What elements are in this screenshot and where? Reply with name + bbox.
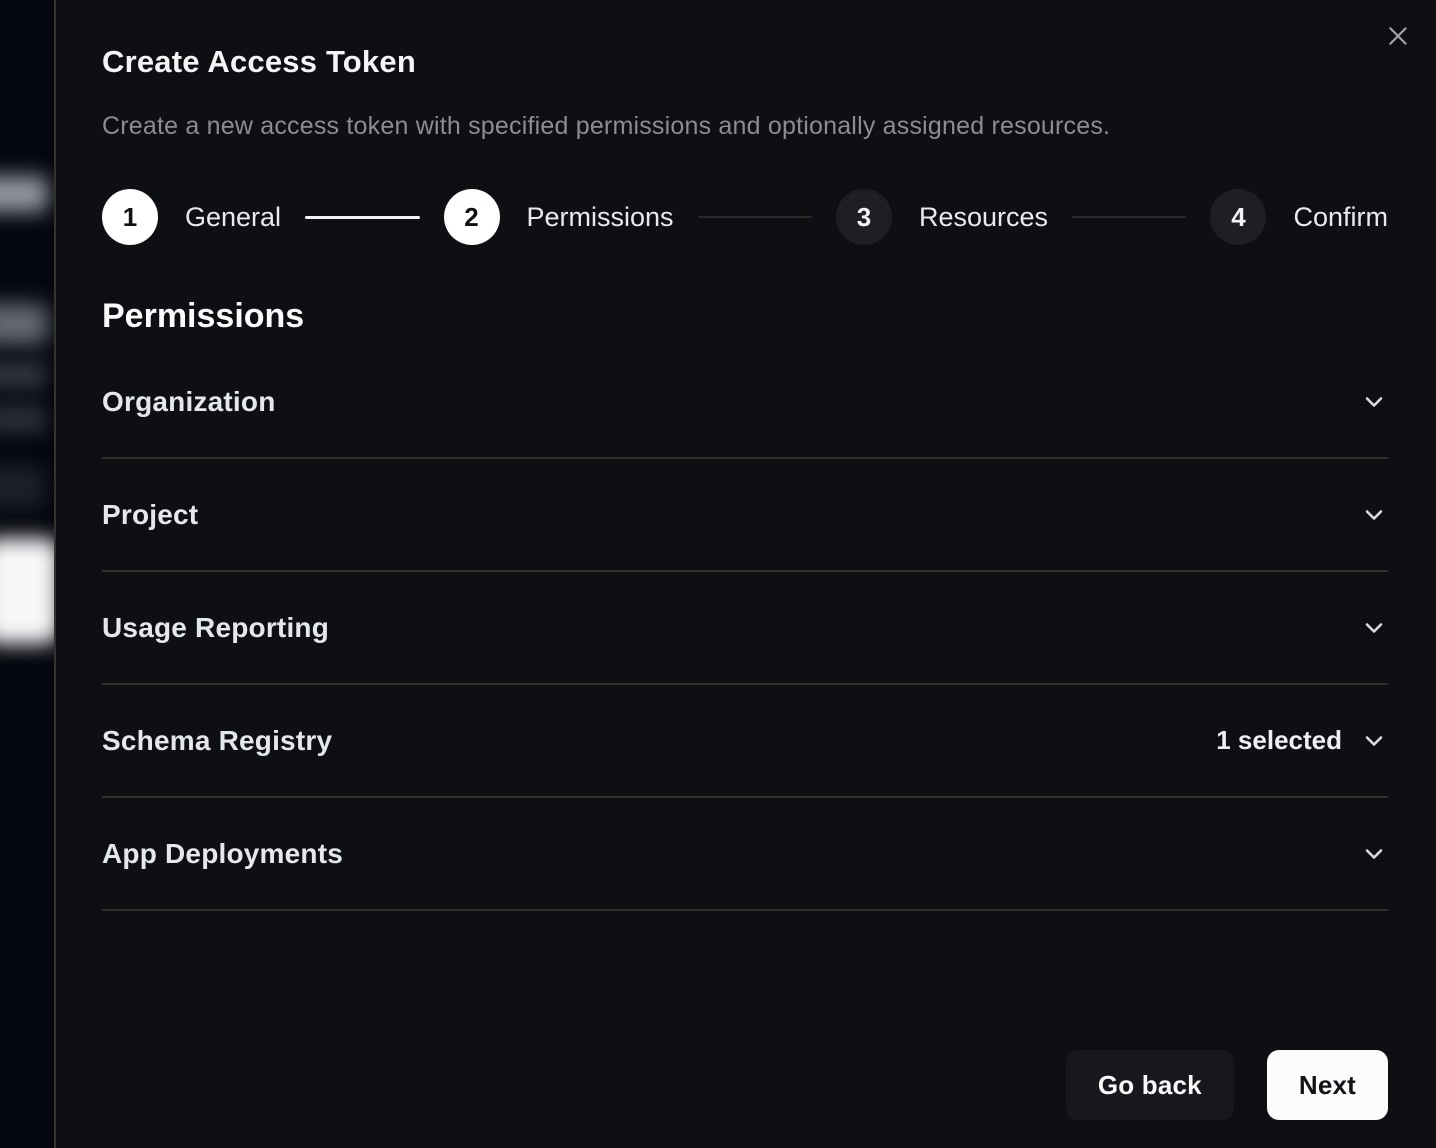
modal-footer: Go back Next xyxy=(102,1050,1388,1120)
modal-title: Create Access Token xyxy=(102,44,1388,80)
create-access-token-modal: Create Access Token Create a new access … xyxy=(54,0,1436,1148)
blurred-backdrop-card xyxy=(0,538,54,644)
chevron-down-icon xyxy=(1360,388,1388,416)
stepper-connector xyxy=(1072,216,1186,218)
stepper-step-confirm[interactable]: 4 Confirm xyxy=(1210,189,1388,245)
stepper: 1 General 2 Permissions 3 Resources 4 Co… xyxy=(102,189,1388,245)
permission-group-label: Usage Reporting xyxy=(102,612,329,644)
step-label: Permissions xyxy=(527,202,674,233)
permission-group-label: Schema Registry xyxy=(102,725,332,757)
stepper-step-resources[interactable]: 3 Resources xyxy=(836,189,1048,245)
chevron-down-icon xyxy=(1360,727,1388,755)
blurred-backdrop-item xyxy=(0,466,44,508)
blurred-backdrop-text xyxy=(0,404,46,434)
flex-spacer xyxy=(102,911,1388,1050)
chevron-down-icon xyxy=(1360,614,1388,642)
chevron-down-icon xyxy=(1360,840,1388,868)
blurred-backdrop-text xyxy=(0,304,48,344)
permission-group-label: Organization xyxy=(102,386,276,418)
step-label: Resources xyxy=(919,202,1048,233)
go-back-button[interactable]: Go back xyxy=(1066,1050,1234,1120)
section-heading: Permissions xyxy=(102,297,1388,336)
chevron-down-icon xyxy=(1360,501,1388,529)
stepper-connector xyxy=(305,216,419,219)
blurred-backdrop-text xyxy=(0,176,48,212)
step-label: Confirm xyxy=(1293,202,1388,233)
permission-group-label: Project xyxy=(102,499,198,531)
permission-group-row-organization[interactable]: Organization xyxy=(102,346,1388,459)
step-label: General xyxy=(185,202,281,233)
permission-group-row-usage-reporting[interactable]: Usage Reporting xyxy=(102,572,1388,685)
permission-group-row-schema-registry[interactable]: Schema Registry 1 selected xyxy=(102,685,1388,798)
step-number-badge: 2 xyxy=(444,189,500,245)
permission-groups-list: Organization Project Usage xyxy=(102,346,1388,911)
permission-group-row-project[interactable]: Project xyxy=(102,459,1388,572)
permission-group-row-app-deployments[interactable]: App Deployments xyxy=(102,798,1388,911)
next-button[interactable]: Next xyxy=(1267,1050,1388,1120)
step-number-badge: 4 xyxy=(1210,189,1266,245)
close-icon[interactable] xyxy=(1380,18,1416,54)
stepper-step-general[interactable]: 1 General xyxy=(102,189,281,245)
stepper-connector xyxy=(698,216,812,218)
app-page: Create Access Token Create a new access … xyxy=(0,0,1436,1148)
modal-subtitle: Create a new access token with specified… xyxy=(102,112,1388,141)
selected-count: 1 selected xyxy=(1216,725,1342,756)
step-number-badge: 3 xyxy=(836,189,892,245)
blurred-backdrop-text xyxy=(0,360,46,390)
step-number-badge: 1 xyxy=(102,189,158,245)
permission-group-label: App Deployments xyxy=(102,838,343,870)
stepper-step-permissions[interactable]: 2 Permissions xyxy=(444,189,674,245)
background-page-strip xyxy=(0,0,54,1148)
